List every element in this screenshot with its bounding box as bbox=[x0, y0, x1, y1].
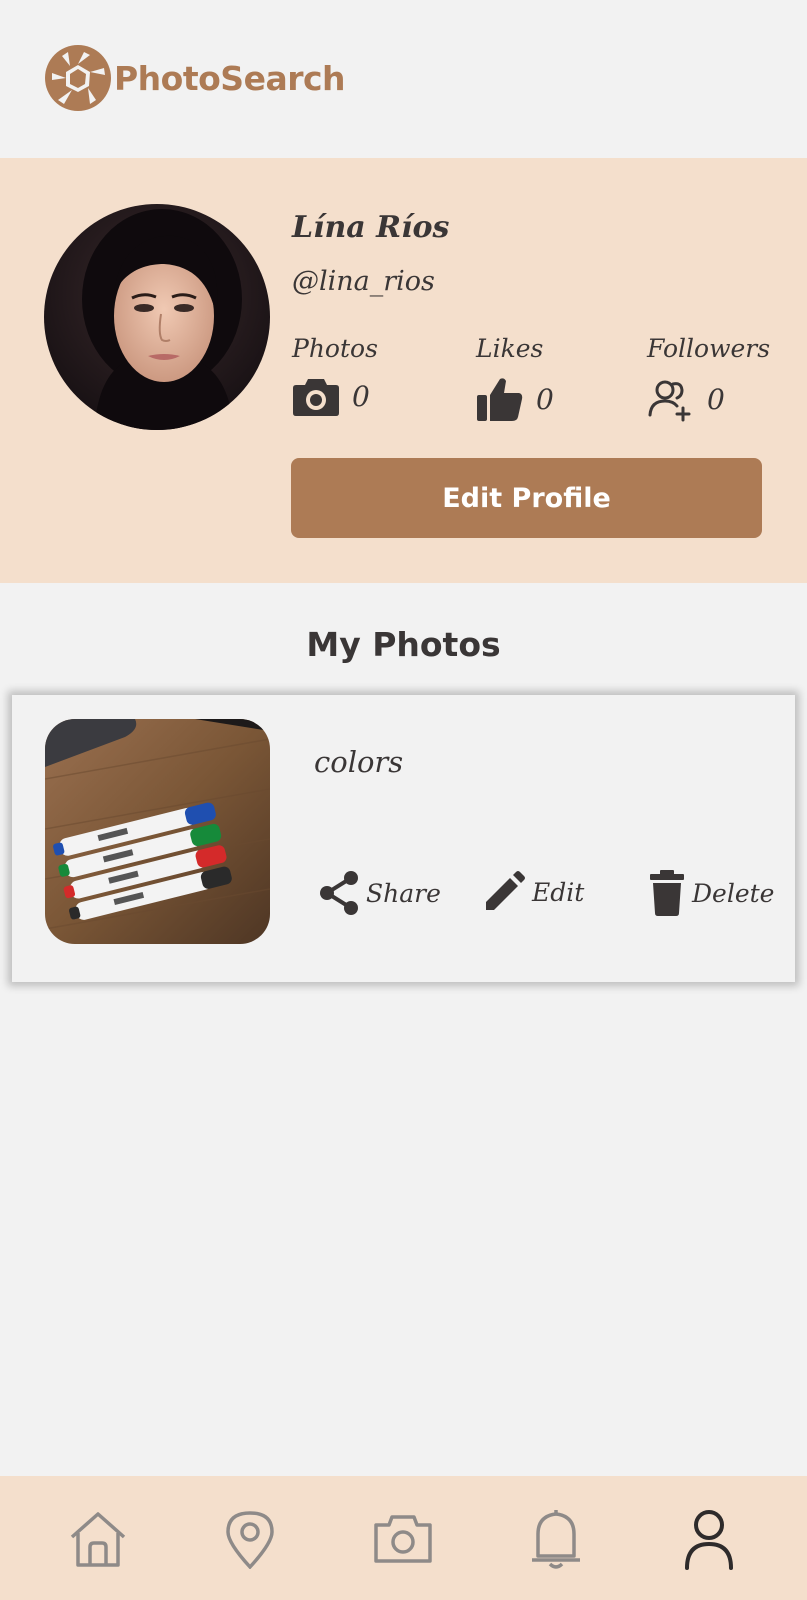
nav-profile[interactable] bbox=[677, 1506, 741, 1572]
edit-profile-button[interactable]: Edit Profile bbox=[291, 458, 762, 538]
stat-value: 0 bbox=[707, 382, 725, 416]
camera-icon bbox=[374, 1515, 432, 1563]
app-name: PhotoSearch bbox=[114, 58, 346, 98]
profile-handle: @lina_rios bbox=[292, 266, 435, 297]
stat-label: Photos bbox=[292, 334, 378, 363]
photo-thumbnail[interactable] bbox=[45, 719, 270, 944]
bottom-nav bbox=[0, 1476, 807, 1600]
camera-icon bbox=[293, 379, 339, 416]
profile-name: Lína Ríos bbox=[292, 210, 450, 245]
share-icon bbox=[320, 871, 358, 915]
trash-icon bbox=[650, 870, 684, 916]
stat-followers: Followers 0 bbox=[647, 334, 770, 423]
delete-photo-button[interactable]: Delete bbox=[648, 870, 774, 916]
edit-label: Edit bbox=[532, 877, 585, 907]
stat-photos: Photos 0 bbox=[292, 334, 378, 417]
edit-photo-button[interactable]: Edit bbox=[482, 870, 584, 914]
nav-home[interactable] bbox=[66, 1506, 130, 1572]
top-bar: PhotoSearch bbox=[0, 0, 807, 158]
user-icon bbox=[685, 1510, 733, 1570]
avatar bbox=[44, 204, 270, 430]
stat-likes: Likes 0 bbox=[476, 334, 554, 423]
profile-header: Lína Ríos @lina_rios Photos 0 Likes 0 Fo… bbox=[0, 158, 807, 583]
avatar-photo bbox=[44, 204, 270, 430]
home-icon bbox=[70, 1512, 126, 1567]
bell-icon bbox=[532, 1510, 580, 1569]
delete-label: Delete bbox=[692, 878, 775, 908]
markers-photo bbox=[45, 719, 270, 944]
stat-label: Followers bbox=[647, 334, 771, 363]
share-label: Share bbox=[366, 878, 441, 908]
share-button[interactable]: Share bbox=[318, 870, 441, 916]
thumbs-up-icon bbox=[477, 378, 523, 421]
stat-value: 0 bbox=[536, 382, 554, 416]
stat-value: 0 bbox=[352, 379, 370, 413]
nav-camera[interactable] bbox=[371, 1506, 435, 1572]
stat-label: Likes bbox=[476, 334, 544, 363]
map-pin-icon bbox=[226, 1511, 274, 1569]
app-logo[interactable]: PhotoSearch bbox=[44, 44, 346, 112]
section-title: My Photos bbox=[306, 625, 501, 664]
nav-notifications[interactable] bbox=[524, 1506, 588, 1572]
photo-title: colors bbox=[314, 745, 404, 779]
add-user-icon bbox=[648, 380, 691, 422]
aperture-logo-icon bbox=[45, 45, 111, 111]
photo-card[interactable]: colors Share Edit Delete bbox=[12, 695, 795, 982]
pencil-icon bbox=[486, 871, 525, 910]
nav-map[interactable] bbox=[218, 1506, 282, 1572]
